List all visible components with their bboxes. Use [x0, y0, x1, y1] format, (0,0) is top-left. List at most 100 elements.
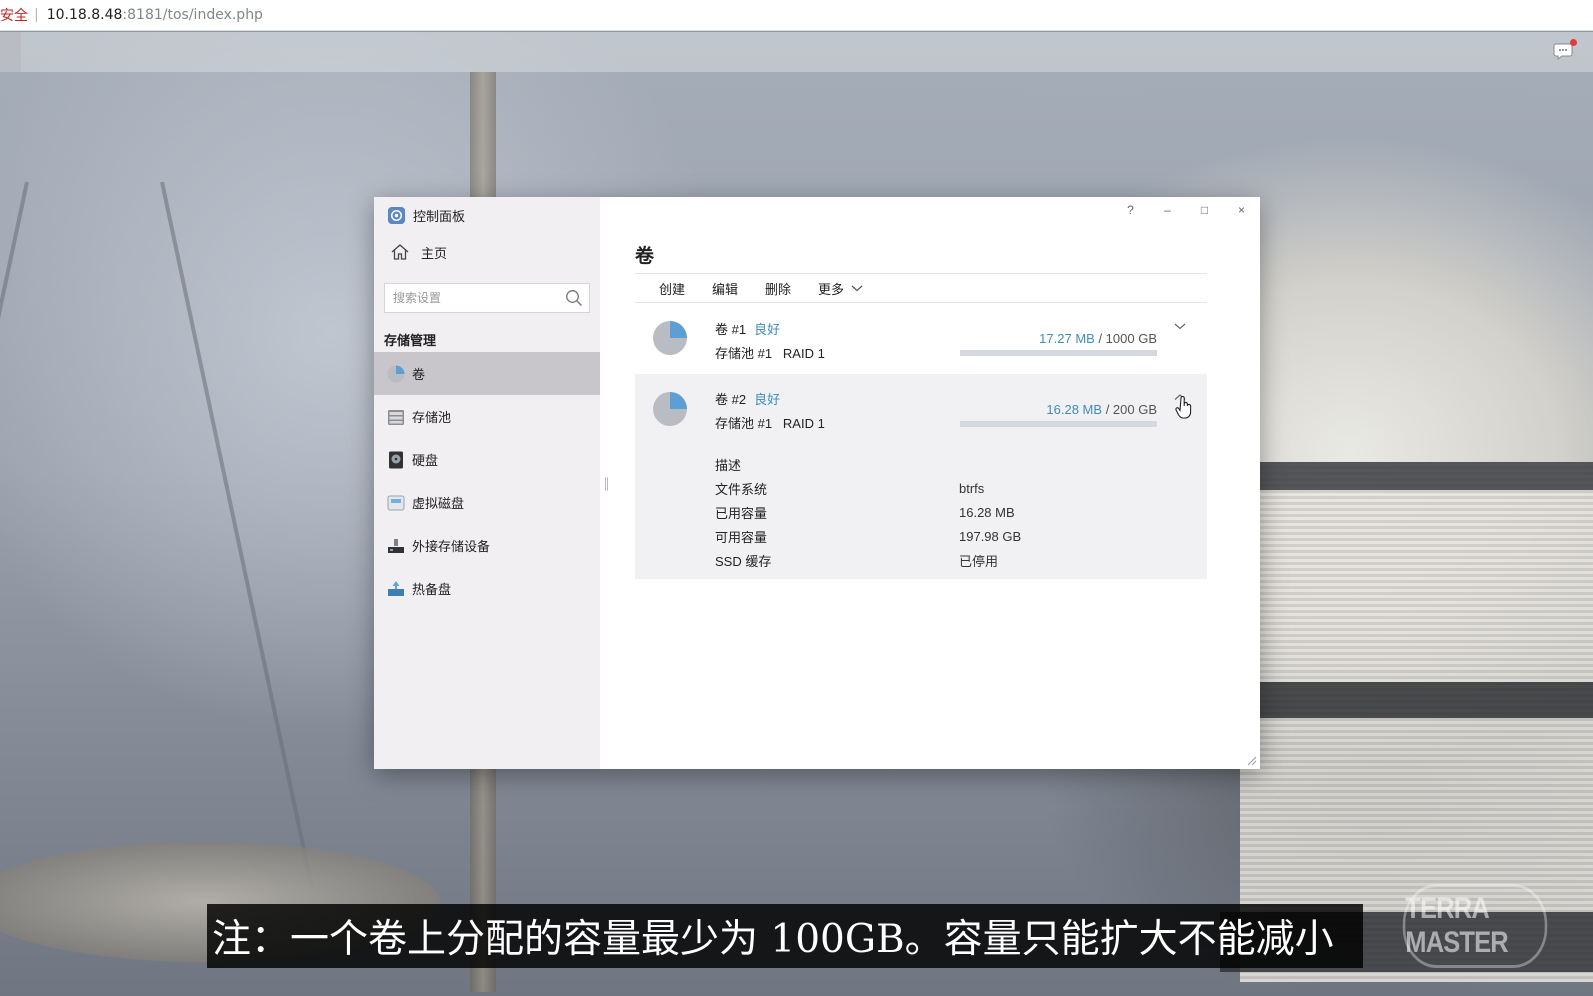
detail-row-ssd-cache: SSD 缓存 已停用 — [715, 548, 1175, 572]
volume-status: 良好 — [754, 322, 781, 337]
storage-pool-icon — [388, 409, 404, 425]
message-button[interactable] — [1553, 39, 1577, 61]
detail-key: 已用容量 — [715, 505, 768, 521]
volume-name: 卷 #1 良好 — [715, 319, 780, 338]
detail-row-filesystem: 文件系统 btrfs — [715, 476, 1175, 500]
volume-name-text: 卷 #2 — [715, 392, 747, 407]
chevron-down-icon[interactable] — [1173, 321, 1187, 331]
detail-row-available: 可用容量 197.98 GB — [715, 524, 1175, 548]
detail-value: btrfs — [959, 480, 985, 496]
volume-usage: 16.28 MB / 200 GB — [1046, 402, 1157, 417]
detail-key: 描述 — [715, 457, 742, 473]
detail-value: 197.98 GB — [959, 528, 1022, 544]
sidebar-item-label: 卷 — [412, 367, 426, 382]
desktop-taskbar — [0, 32, 1593, 72]
sidebar-item-label: 硬盘 — [412, 453, 439, 468]
help-button[interactable]: ? — [1112, 197, 1149, 223]
start-menu-button[interactable] — [0, 32, 21, 72]
maximize-button[interactable]: □ — [1186, 197, 1223, 223]
detail-key: 文件系统 — [715, 481, 768, 497]
pool-name: 存储池 #1 — [715, 346, 773, 361]
video-subtitle: 注：一个卷上分配的容量最少为 100GB。容量只能扩大不能减小 — [207, 904, 1363, 968]
create-button[interactable]: 创建 — [659, 279, 685, 298]
app-title: 控制面板 — [413, 208, 466, 224]
sidebar-item-label: 虚拟磁盘 — [412, 496, 465, 511]
detail-row-description: 描述 — [715, 452, 1175, 476]
volume-pool: 存储池 #1 RAID 1 — [715, 343, 825, 362]
sidebar-item-external-storage[interactable]: 外接存储设备 — [374, 524, 600, 567]
chevron-down-icon — [851, 285, 863, 292]
home-link[interactable]: 主页 — [374, 233, 600, 271]
more-label: 更多 — [818, 281, 845, 297]
volume-usage: 17.27 MB / 1000 GB — [1039, 331, 1157, 346]
minimize-button[interactable]: – — [1149, 197, 1186, 223]
control-panel-icon — [387, 206, 406, 224]
detail-row-used: 已用容量 16.28 MB — [715, 500, 1175, 524]
virtual-disk-icon — [387, 495, 405, 510]
raid-level: RAID 1 — [782, 416, 825, 431]
usage-progress-bar — [960, 421, 1157, 427]
pool-name: 存储池 #1 — [715, 416, 773, 431]
external-storage-icon — [388, 538, 404, 553]
sidebar-item-volume[interactable]: 卷 — [374, 352, 600, 395]
main-content: ? – □ × 卷 创建 编辑 删除 更多 卷 #1 良好 存储池 #1 RAI… — [600, 197, 1260, 769]
control-panel-window: 控制面板 主页 存储管理 卷 — [374, 197, 1260, 769]
background-decor — [1240, 682, 1593, 718]
detail-key: SSD 缓存 — [715, 553, 772, 569]
volume-details: 描述 文件系统 btrfs 已用容量 16.28 MB 可用容量 197.98 … — [715, 452, 1175, 572]
background-decor — [160, 181, 314, 887]
search-box[interactable] — [384, 283, 590, 313]
brand-watermark: TERRA MASTER — [1402, 884, 1548, 968]
sidebar-item-label: 热备盘 — [412, 582, 452, 597]
edit-button[interactable]: 编辑 — [712, 279, 738, 298]
search-input[interactable] — [393, 291, 565, 305]
browser-address-bar[interactable]: 安全 | 10.18.8.48 :8181/tos/index.php — [0, 0, 1593, 31]
search-icon[interactable] — [565, 289, 583, 307]
section-title-storage: 存储管理 — [384, 333, 437, 348]
security-indicator[interactable]: 安全 — [0, 5, 28, 25]
background-decor — [1240, 462, 1593, 490]
sidebar-item-storage-pool[interactable]: 存储池 — [374, 395, 600, 438]
sidebar-item-label: 存储池 — [412, 410, 452, 425]
window-controls: ? – □ × — [1112, 197, 1260, 223]
detail-value: 已停用 — [959, 553, 999, 569]
hard-disk-icon — [389, 451, 403, 468]
home-icon — [391, 244, 409, 260]
volume-status: 良好 — [754, 392, 781, 407]
pie-icon — [387, 365, 405, 382]
url-path: :8181/tos/index.php — [122, 7, 263, 23]
hand-cursor-icon — [1175, 396, 1192, 419]
total-capacity: / 1000 GB — [1098, 331, 1157, 346]
detail-value: 16.28 MB — [959, 504, 1015, 520]
volume-pool: 存储池 #1 RAID 1 — [715, 413, 825, 432]
total-capacity: / 200 GB — [1105, 402, 1157, 417]
url-host: 10.18.8.48 — [46, 7, 123, 23]
resize-grip-icon[interactable] — [1247, 756, 1257, 766]
volume-name-text: 卷 #1 — [715, 322, 747, 337]
sidebar-item-hot-spare[interactable]: 热备盘 — [374, 567, 600, 610]
delete-button[interactable]: 删除 — [765, 279, 791, 298]
usage-progress-bar — [960, 350, 1157, 356]
volume-pie-icon — [653, 321, 687, 355]
close-button[interactable]: × — [1223, 197, 1260, 223]
sidebar-item-hard-disk[interactable]: 硬盘 — [374, 438, 600, 481]
notification-badge — [1570, 39, 1577, 46]
address-separator: | — [34, 7, 39, 23]
used-capacity: 17.27 MB — [1039, 331, 1095, 346]
background-decor — [0, 181, 29, 887]
sidebar-item-label: 外接存储设备 — [412, 539, 491, 554]
hot-spare-icon — [388, 580, 404, 596]
volume-name: 卷 #2 良好 — [715, 389, 780, 408]
sidebar: 控制面板 主页 存储管理 卷 — [374, 197, 608, 769]
window-title-bar[interactable]: 控制面板 — [374, 197, 600, 233]
sidebar-item-virtual-disk[interactable]: 虚拟磁盘 — [374, 481, 600, 524]
volume-pie-icon — [653, 392, 687, 426]
used-capacity: 16.28 MB — [1046, 402, 1103, 417]
raid-level: RAID 1 — [782, 346, 825, 361]
home-label: 主页 — [421, 245, 448, 261]
more-menu-button[interactable]: 更多 — [818, 279, 864, 298]
page-title: 卷 — [635, 246, 655, 267]
volume-row[interactable]: 卷 #1 良好 存储池 #1 RAID 1 17.27 MB / 1000 GB — [635, 305, 1207, 373]
detail-key: 可用容量 — [715, 529, 768, 545]
volume-row-expanded[interactable]: 卷 #2 良好 存储池 #1 RAID 1 16.28 MB / 200 GB 描… — [635, 374, 1207, 579]
